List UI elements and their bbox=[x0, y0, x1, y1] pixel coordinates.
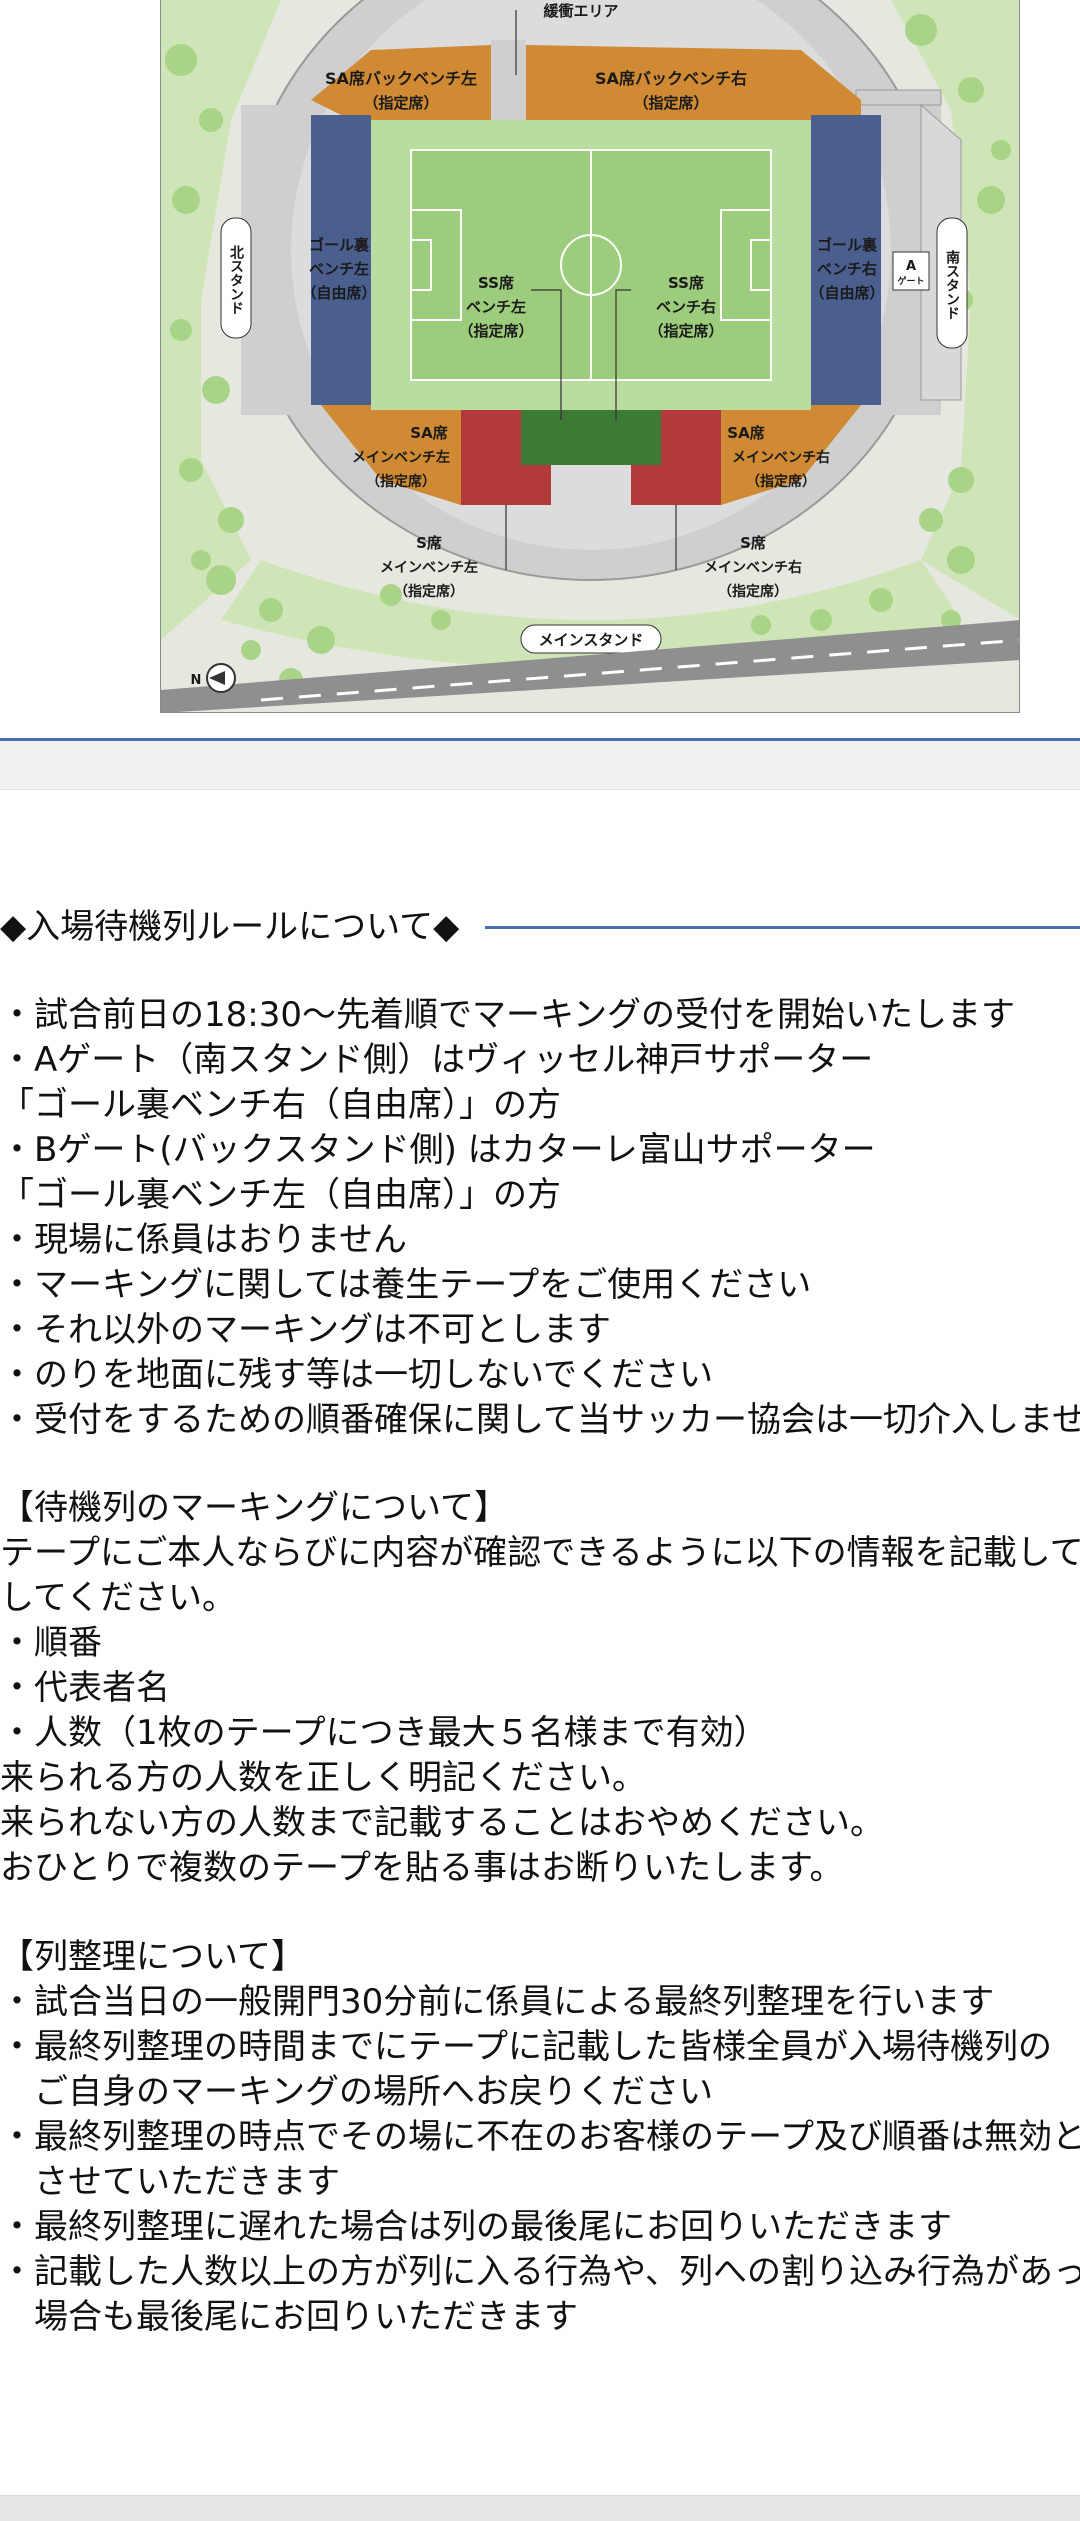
rule-line: ・Aゲート（南スタンド側）はヴィッセル神戸サポーター bbox=[0, 1040, 874, 1080]
arrangement-line: ・最終列整理に遅れた場合は列の最後尾にお回りいただきます bbox=[0, 2207, 952, 2247]
rule-line: 「ゴール裏ベンチ右（自由席）」の方 bbox=[0, 1085, 561, 1125]
arrangement-line: ・試合当日の一般開門30分前に係員による最終列整理を行います bbox=[0, 1982, 995, 2022]
marking-line: してください。 bbox=[0, 1578, 236, 1618]
marking-line: 来られる方の人数を正しく明記ください。 bbox=[0, 1758, 646, 1798]
stadium-map-svg: 緩衝エリア SA席バックベンチ左 （指定席） SA席バックベンチ右 （指定席） … bbox=[161, 0, 1019, 712]
south-stand-label: 南スタンド bbox=[944, 249, 960, 320]
s-right-label-1: S席 bbox=[740, 534, 766, 552]
ss-right-label-1: SS席 bbox=[668, 274, 704, 292]
rule-line: ・Bゲート(バックスタンド側) はカターレ富山サポーター bbox=[0, 1130, 876, 1170]
arrangement-line: ・最終列整理の時間までにテープに記載した皆様全員が入場待機列の bbox=[0, 2027, 1052, 2067]
ss-right-label-3: （指定席） bbox=[648, 322, 723, 340]
goal-left-label-3: （自由席） bbox=[301, 284, 376, 302]
sa-main-left-label-2: メインベンチ左 bbox=[352, 449, 450, 466]
sa-main-left-label-1: SA席 bbox=[410, 424, 447, 442]
s-left-label-2: メインベンチ左 bbox=[380, 559, 478, 576]
ss-left-label-2: ベンチ左 bbox=[466, 298, 526, 316]
marking-line: ・順番 bbox=[0, 1623, 102, 1663]
ss-left-label-3: （指定席） bbox=[458, 322, 533, 340]
s-left-label-1: S席 bbox=[416, 534, 442, 552]
arrangement-line: 場合も最後尾にお回りいただきます bbox=[0, 2297, 578, 2337]
marking-line: ・人数（1枚のテープにつき最大５名様まで有効） bbox=[0, 1713, 768, 1753]
sa-back-left-sub: （指定席） bbox=[363, 94, 438, 112]
rule-line: ・現場に係員はおりません bbox=[0, 1220, 407, 1260]
rule-line: ・マーキングに関しては養生テープをご使用ください bbox=[0, 1265, 812, 1305]
sa-back-right-sub: （指定席） bbox=[633, 94, 708, 112]
goal-right-label-3: （自由席） bbox=[809, 284, 884, 302]
queue-arrangement-heading: 【列整理について】 bbox=[0, 1937, 305, 1977]
north-stand-label: 北スタンド bbox=[228, 245, 244, 315]
stadium-seating-map: 緩衝エリア SA席バックベンチ左 （指定席） SA席バックベンチ右 （指定席） … bbox=[160, 0, 1020, 713]
rule-line: ・それ以外のマーキングは不可とします bbox=[0, 1310, 611, 1350]
sa-main-right-label-2: メインベンチ右 bbox=[732, 449, 830, 466]
main-stand-label: メインスタンド bbox=[539, 631, 644, 649]
gate-a-label: A bbox=[906, 259, 916, 274]
sa-back-left-label: SA席バックベンチ左 bbox=[325, 69, 477, 88]
marking-line: テープにご本人ならびに内容が確認できるように以下の情報を記載して設置 bbox=[0, 1533, 1080, 1573]
arrangement-line: ご自身のマーキングの場所へお戻りください bbox=[0, 2072, 713, 2112]
marking-heading: 【待機列のマーキングについて】 bbox=[0, 1488, 508, 1528]
heading-rule-line bbox=[485, 926, 1080, 929]
north-marker-label: N bbox=[191, 673, 202, 688]
arrangement-line: させていただきます bbox=[0, 2162, 340, 2202]
gate-a-sub: ゲート bbox=[897, 275, 924, 287]
queue-rules-heading-row: ◆入場待機列ルールについて◆ bbox=[0, 902, 1080, 952]
ss-left-label-1: SS席 bbox=[478, 274, 514, 292]
rule-line: 「ゴール裏ベンチ左（自由席）」の方 bbox=[0, 1175, 561, 1215]
goal-left-label-2: ベンチ左 bbox=[309, 260, 369, 278]
ss-right-label-2: ベンチ右 bbox=[656, 298, 716, 316]
separator-band bbox=[0, 741, 1080, 790]
sa-back-right-label: SA席バックベンチ右 bbox=[595, 69, 747, 88]
bottom-bar bbox=[0, 2495, 1080, 2521]
sa-main-left-label-3: （指定席） bbox=[366, 473, 436, 490]
s-right-label-2: メインベンチ右 bbox=[704, 559, 802, 576]
marking-line: 来られない方の人数まで記載することはおやめください。 bbox=[0, 1803, 884, 1843]
rule-line: ・のりを地面に残す等は一切しないでください bbox=[0, 1355, 713, 1395]
rule-line: ・試合前日の18:30～先着順でマーキングの受付を開始いたします bbox=[0, 995, 1015, 1035]
goal-right-label-2: ベンチ右 bbox=[817, 260, 877, 278]
s-left-label-3: （指定席） bbox=[394, 583, 464, 600]
rule-line: ・受付をするための順番確保に関して当サッカー協会は一切介入しません bbox=[0, 1400, 1080, 1440]
marking-line: おひとりで複数のテープを貼る事はお断りいたします。 bbox=[0, 1848, 844, 1888]
goal-left-label-1: ゴール裏 bbox=[309, 236, 370, 254]
arrangement-line: ・最終列整理の時点でその場に不在のお客様のテープ及び順番は無効と bbox=[0, 2117, 1080, 2157]
queue-rules-heading: ◆入場待機列ルールについて◆ bbox=[0, 907, 460, 947]
s-right-label-3: （指定席） bbox=[718, 583, 788, 600]
goal-right-label-1: ゴール裏 bbox=[817, 236, 878, 254]
marking-line: ・代表者名 bbox=[0, 1668, 170, 1708]
buffer-area-label: 緩衝エリア bbox=[543, 2, 618, 20]
sa-main-right-label-3: （指定席） bbox=[746, 473, 816, 490]
sa-main-right-label-1: SA席 bbox=[727, 424, 764, 442]
arrangement-line: ・記載した人数以上の方が列に入る行為や、列への割り込み行為があった bbox=[0, 2252, 1080, 2292]
